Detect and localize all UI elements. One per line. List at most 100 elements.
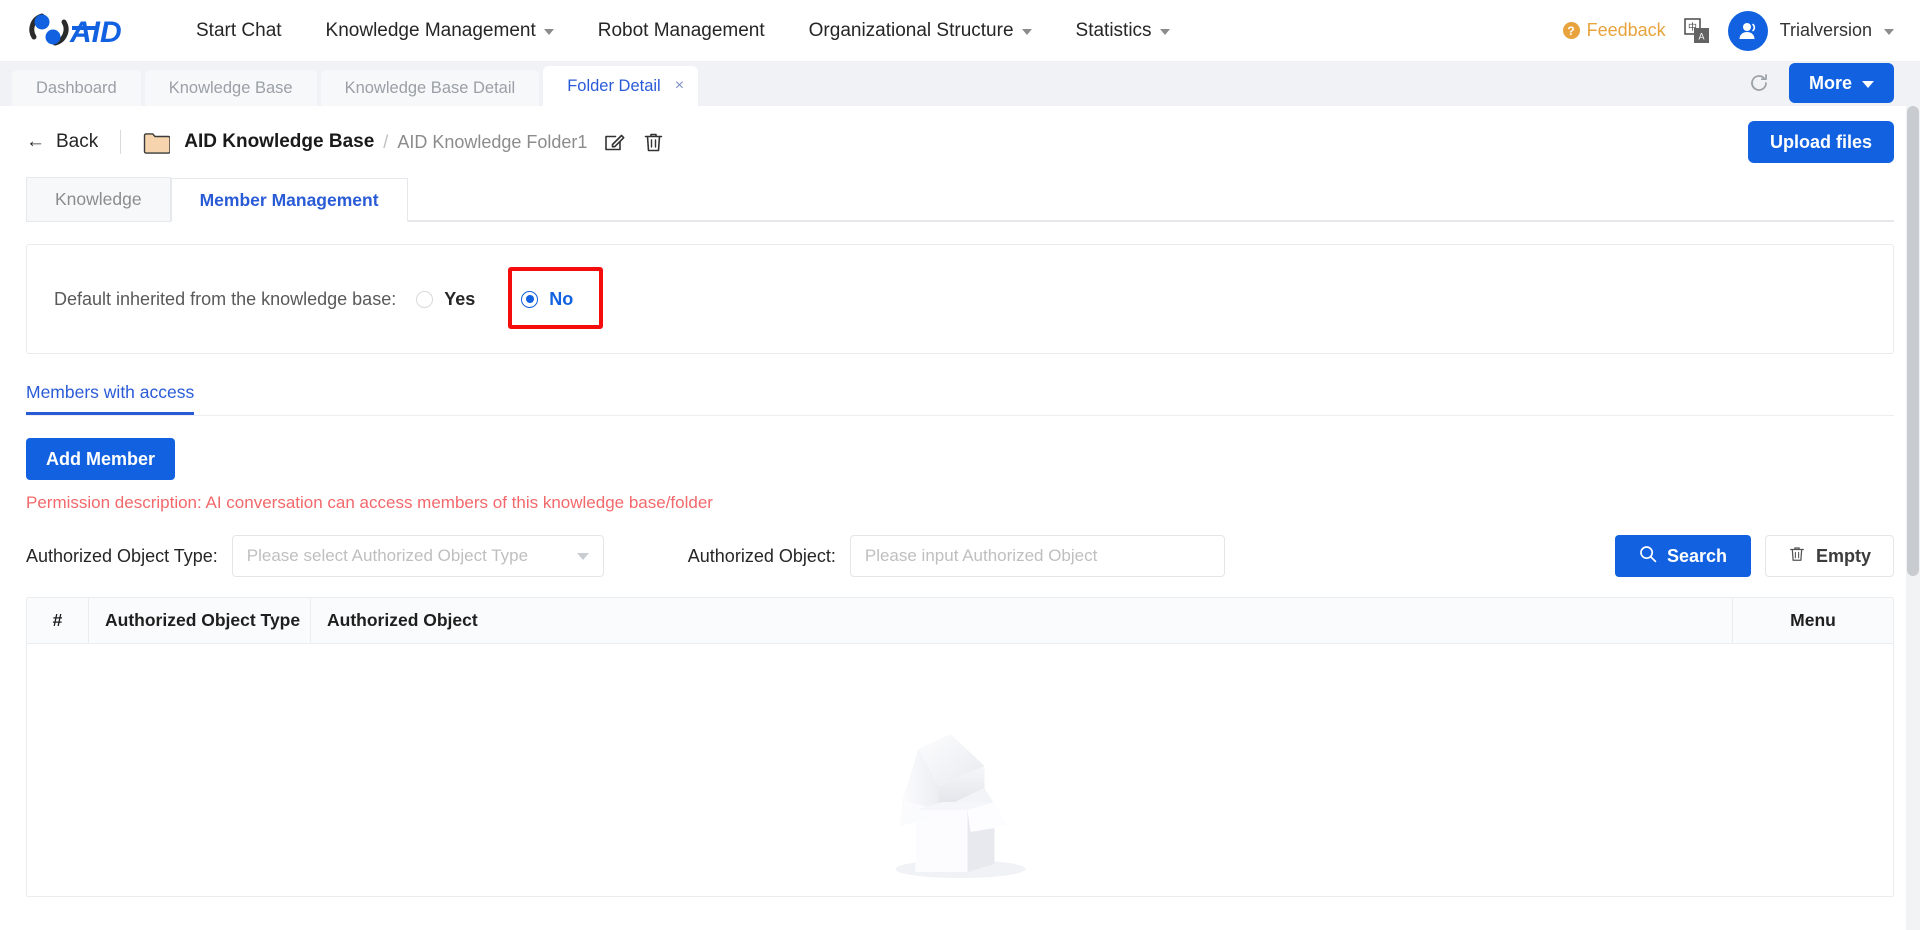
page-tab-knowledge-base[interactable]: Knowledge Base	[144, 70, 317, 106]
close-icon[interactable]: ×	[675, 77, 684, 95]
nav-item-start-chat[interactable]: Start Chat	[182, 20, 304, 42]
authorized-object-type-label: Authorized Object Type:	[26, 545, 218, 566]
chevron-down-icon	[1862, 81, 1874, 88]
section-tabs: Knowledge Member Management	[26, 177, 1894, 222]
table-body	[27, 644, 1893, 896]
tab-strip-actions: More	[1747, 63, 1920, 106]
page-tab-folder-detail[interactable]: Folder Detail ×	[543, 66, 699, 106]
tab-knowledge[interactable]: Knowledge	[26, 177, 171, 221]
tab-label: Knowledge Base	[168, 78, 293, 97]
section-tabs-filler	[407, 220, 1894, 221]
empty-box-illustration	[873, 714, 1048, 896]
feedback-link[interactable]: ? Feedback	[1562, 20, 1666, 41]
more-label: More	[1808, 72, 1852, 93]
nav-item-robot-management[interactable]: Robot Management	[576, 20, 787, 42]
radio-indicator-yes	[416, 290, 434, 308]
authorized-objects-table: # Authorized Object Type Authorized Obje…	[26, 597, 1894, 897]
column-header-authorized-object-type: Authorized Object Type	[89, 598, 311, 643]
table-header-row: # Authorized Object Type Authorized Obje…	[27, 598, 1893, 644]
permission-description: Permission description: AI conversation …	[26, 493, 713, 512]
members-section-header: Members with access	[26, 376, 1894, 416]
nav-label: Knowledge Management	[325, 19, 536, 41]
breadcrumb-root[interactable]: AID Knowledge Base	[184, 131, 374, 153]
tab-label: Folder Detail	[567, 76, 661, 95]
scrollbar-thumb[interactable]	[1907, 106, 1919, 576]
user-name-label: Trialversion	[1779, 20, 1872, 40]
divider	[120, 130, 122, 154]
tab-member-management[interactable]: Member Management	[170, 178, 408, 222]
radio-label-yes: Yes	[444, 288, 476, 309]
edit-icon[interactable]	[603, 131, 626, 154]
nav-label: Statistics	[1075, 19, 1152, 41]
svg-text:A: A	[1698, 31, 1704, 41]
filter-row: Authorized Object Type: Please select Au…	[26, 535, 1894, 577]
aid-logo-icon: AID	[29, 13, 122, 49]
aid-logo[interactable]: AID	[26, 10, 144, 52]
chevron-down-icon	[1884, 29, 1894, 35]
filter-actions: Search Empty	[1614, 535, 1894, 577]
back-label: Back	[56, 131, 99, 152]
page-tab-strip: Dashboard Knowledge Base Knowledge Base …	[0, 62, 1920, 106]
top-navigation-bar: AID Start Chat Knowledge Management Robo…	[0, 0, 1920, 62]
nav-item-statistics[interactable]: Statistics	[1054, 20, 1192, 42]
folder-icon	[143, 131, 171, 154]
breadcrumb-current: AID Knowledge Folder1	[397, 131, 588, 152]
select-placeholder: Please select Authorized Object Type	[246, 546, 529, 565]
radio-option-no[interactable]: No	[521, 289, 573, 310]
radio-option-yes[interactable]: Yes	[416, 289, 475, 310]
authorized-object-input[interactable]	[849, 535, 1225, 577]
inherit-radio-group: Yes No	[416, 289, 573, 310]
inherit-label: Default inherited from the knowledge bas…	[54, 288, 397, 309]
back-arrow-icon: ←	[26, 131, 45, 152]
breadcrumb-bar: ← Back AID Knowledge Base / AID Knowledg…	[26, 106, 1894, 178]
translate-icon[interactable]: 中 A	[1683, 17, 1710, 44]
column-header-menu: Menu	[1790, 610, 1836, 630]
page-tab-knowledge-base-detail[interactable]: Knowledge Base Detail	[320, 70, 540, 106]
svg-text:AID: AID	[69, 16, 122, 49]
authorized-object-type-select[interactable]: Please select Authorized Object Type	[231, 535, 604, 577]
trash-icon[interactable]	[642, 131, 665, 154]
empty-button[interactable]: Empty	[1764, 535, 1894, 577]
user-menu[interactable]: Trialversion	[1727, 10, 1894, 51]
tab-label: Dashboard	[36, 78, 117, 97]
chevron-down-icon	[543, 29, 554, 35]
search-label: Search	[1666, 545, 1727, 566]
header-actions: ? Feedback 中 A Trialversion	[1562, 10, 1894, 51]
upload-files-button[interactable]: Upload files	[1747, 121, 1894, 163]
nav-label: Start Chat	[196, 19, 282, 41]
radio-label-no: No	[549, 288, 574, 309]
nav-item-knowledge-management[interactable]: Knowledge Management	[304, 20, 576, 42]
search-button[interactable]: Search	[1614, 535, 1751, 577]
section-tab-label: Member Management	[199, 189, 379, 210]
members-with-access-tab[interactable]: Members with access	[26, 382, 195, 415]
question-mark-icon: ?	[1562, 22, 1580, 39]
nav-label: Robot Management	[597, 19, 765, 41]
inherit-settings-panel: Default inherited from the knowledge bas…	[26, 244, 1894, 354]
add-member-button[interactable]: Add Member	[26, 438, 176, 480]
page-tab-dashboard[interactable]: Dashboard	[12, 70, 141, 106]
column-header-index: #	[27, 598, 89, 643]
page-content: ← Back AID Knowledge Base / AID Knowledg…	[0, 106, 1920, 930]
nav-label: Organizational Structure	[808, 19, 1014, 41]
authorized-object-label: Authorized Object:	[687, 545, 836, 566]
breadcrumb-separator: /	[383, 131, 389, 152]
feedback-label: Feedback	[1586, 20, 1666, 40]
chevron-down-icon	[576, 552, 589, 560]
radio-indicator-no	[521, 290, 539, 308]
column-header-authorized-object: Authorized Object	[311, 598, 1733, 643]
more-button[interactable]: More	[1788, 63, 1894, 103]
search-icon	[1639, 545, 1657, 568]
section-tab-label: Knowledge	[55, 189, 142, 209]
vertical-scrollbar[interactable]	[1906, 106, 1920, 930]
user-icon	[1739, 22, 1755, 39]
chevron-down-icon	[1021, 29, 1032, 35]
tab-label: Knowledge Base Detail	[344, 78, 516, 97]
empty-label: Empty	[1815, 545, 1871, 566]
avatar	[1727, 10, 1768, 51]
back-button[interactable]: ← Back	[26, 131, 98, 153]
chevron-down-icon	[1159, 29, 1170, 35]
main-menu: Start Chat Knowledge Management Robot Ma…	[182, 20, 1192, 42]
trash-icon	[1788, 545, 1806, 568]
refresh-icon[interactable]	[1747, 71, 1771, 95]
nav-item-organizational-structure[interactable]: Organizational Structure	[787, 20, 1054, 42]
